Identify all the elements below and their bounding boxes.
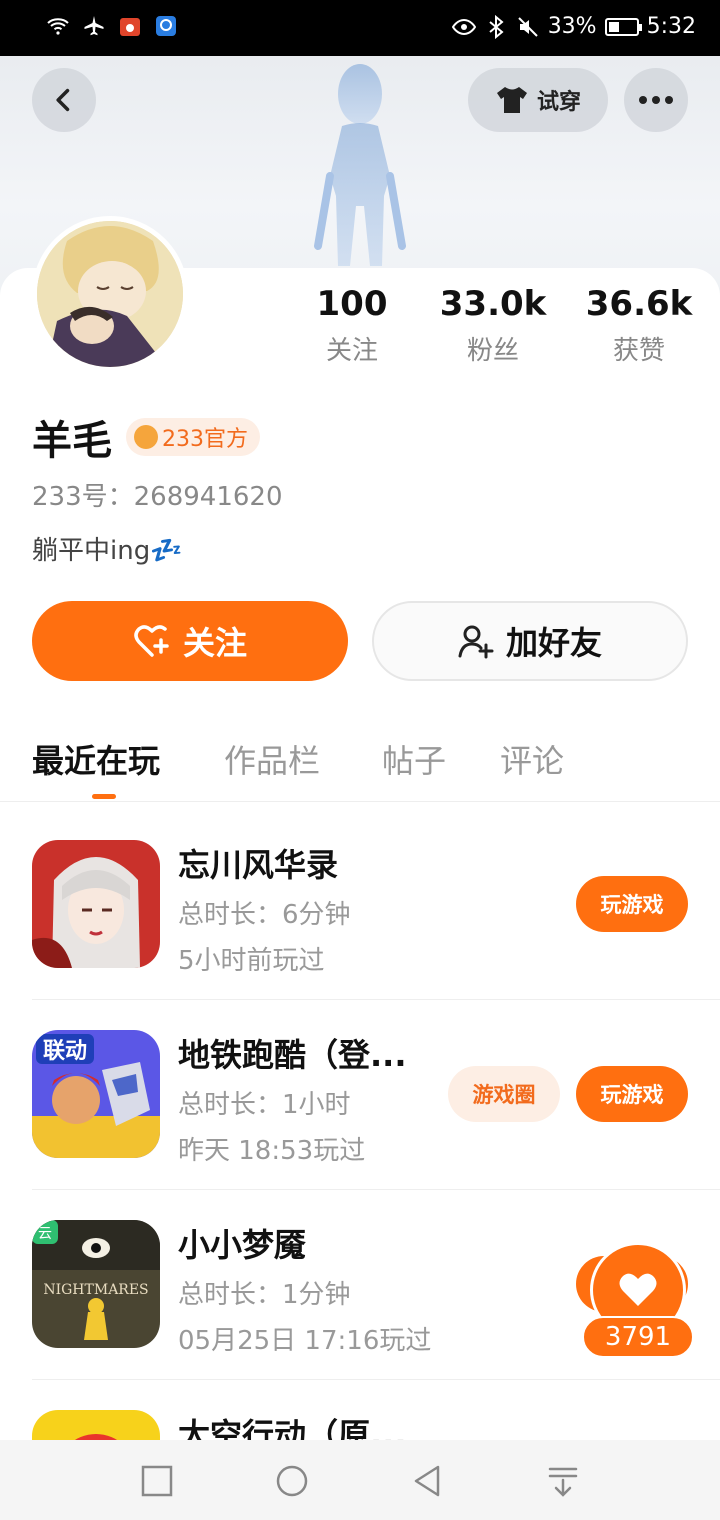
user-id: 233号：268941620 [32, 482, 283, 512]
profile-tabs: 最近在玩 作品栏 帖子 评论 [0, 728, 720, 802]
bluetooth-icon [489, 14, 504, 39]
airplane-icon [84, 16, 104, 36]
tab-posts[interactable]: 帖子 [382, 736, 446, 782]
game-icon-space-action [32, 1410, 160, 1440]
cloud-badge-text: 云 [38, 1226, 52, 1242]
add-friend-label: 加好友 [505, 624, 602, 662]
heart-plus-icon [134, 625, 169, 657]
chevron-left-icon [56, 88, 70, 112]
game-duration: 总时长：6分钟 [178, 900, 351, 930]
game-duration: 总时长：1小时 [178, 1090, 351, 1120]
following-count: 100 [316, 284, 388, 324]
game-icon-wangchuan [32, 840, 160, 968]
likes-count: 36.6k [585, 284, 693, 324]
likes-label: 获赞 [612, 336, 665, 366]
app-notification-icon [120, 18, 140, 36]
official-badge-icon [134, 425, 158, 449]
game-last-played: 05月25日 17:16玩过 [178, 1326, 432, 1356]
game-title: 地铁跑酷（登... [178, 1036, 407, 1074]
floating-like-button[interactable]: 3791 [582, 1242, 694, 1358]
more-dots-icon [639, 96, 673, 104]
name-row: 羊毛 233官方 [32, 408, 260, 466]
heart-icon [619, 1273, 657, 1306]
nightmares-logo-text: NIGHTMARES [43, 1282, 148, 1298]
user-bio: 躺平中ing💤 [32, 536, 183, 566]
add-friend-button[interactable]: 加好友 [372, 601, 688, 681]
list-item[interactable]: 太空行动（原... [0, 1380, 720, 1440]
game-duration: 总时长：1分钟 [178, 1280, 351, 1310]
stats-row: 100 关注 33.0k 粉丝 36.6k 获赞 [0, 282, 720, 382]
try-on-label: 试穿 [536, 90, 581, 115]
game-circle-button[interactable]: 游戏圈 [448, 1066, 560, 1122]
try-on-button[interactable]: 试穿 [468, 68, 608, 132]
game-last-played: 昨天 18:53玩过 [178, 1136, 366, 1166]
game-icon-little-nightmares: NIGHTMARES 云 [32, 1220, 160, 1348]
following-stat[interactable]: 100 关注 [282, 282, 422, 376]
status-bar: 33% 5:32 [0, 0, 720, 56]
like-count: 3791 [582, 1316, 694, 1358]
system-navigation-bar [0, 1440, 720, 1520]
followers-count: 33.0k [439, 284, 547, 324]
notification-pulldown-icon[interactable] [546, 1464, 580, 1498]
active-tab-indicator [92, 794, 116, 799]
game-title: 小小梦魇 [178, 1226, 307, 1264]
user-name: 羊毛 [32, 418, 112, 464]
play-game-button[interactable]: 玩游戏 [576, 1066, 688, 1122]
more-options-button[interactable] [624, 68, 688, 132]
home-icon[interactable] [275, 1464, 309, 1498]
tshirt-icon [496, 87, 527, 113]
play-game-button[interactable]: 玩游戏 [576, 876, 688, 932]
eye-icon [451, 18, 476, 35]
likes-stat[interactable]: 36.6k 获赞 [569, 282, 709, 376]
game-title: 太空行动（原... [178, 1416, 407, 1440]
followers-label: 粉丝 [466, 336, 519, 366]
battery-percent: 33% [547, 14, 597, 39]
list-item[interactable]: 忘川风华录 总时长：6分钟 5小时前玩过 玩游戏 [0, 810, 720, 1000]
back-nav-icon[interactable] [410, 1464, 444, 1498]
tab-recent-games[interactable]: 最近在玩 [32, 736, 160, 782]
recent-apps-icon[interactable] [140, 1464, 174, 1498]
back-button[interactable] [32, 68, 96, 132]
tab-comments[interactable]: 评论 [500, 736, 564, 782]
wifi-icon [47, 18, 69, 35]
follow-label: 关注 [182, 624, 247, 662]
mute-icon [517, 16, 538, 37]
clock: 5:32 [646, 14, 696, 39]
battery-icon [604, 17, 642, 36]
list-item[interactable]: 联动 地铁跑酷（登... 总时长：1小时 昨天 18:53玩过 游戏圈 玩游戏 [0, 1000, 720, 1190]
official-badge[interactable]: 233官方 [126, 418, 260, 456]
game-last-played: 5小时前玩过 [178, 946, 325, 976]
game-title: 忘川风华录 [178, 846, 339, 884]
game-icon-subway-surfers: 联动 [32, 1030, 160, 1158]
subway-badge-text: 联动 [43, 1039, 87, 1064]
following-label: 关注 [325, 336, 378, 366]
followers-stat[interactable]: 33.0k 粉丝 [423, 282, 563, 376]
virtual-avatar-figure [314, 64, 406, 266]
app-notification-icon-2 [156, 16, 176, 36]
follow-button[interactable]: 关注 [32, 601, 348, 681]
tab-works[interactable]: 作品栏 [224, 736, 320, 782]
official-badge-label: 233官方 [162, 427, 248, 452]
add-user-icon [458, 625, 494, 659]
